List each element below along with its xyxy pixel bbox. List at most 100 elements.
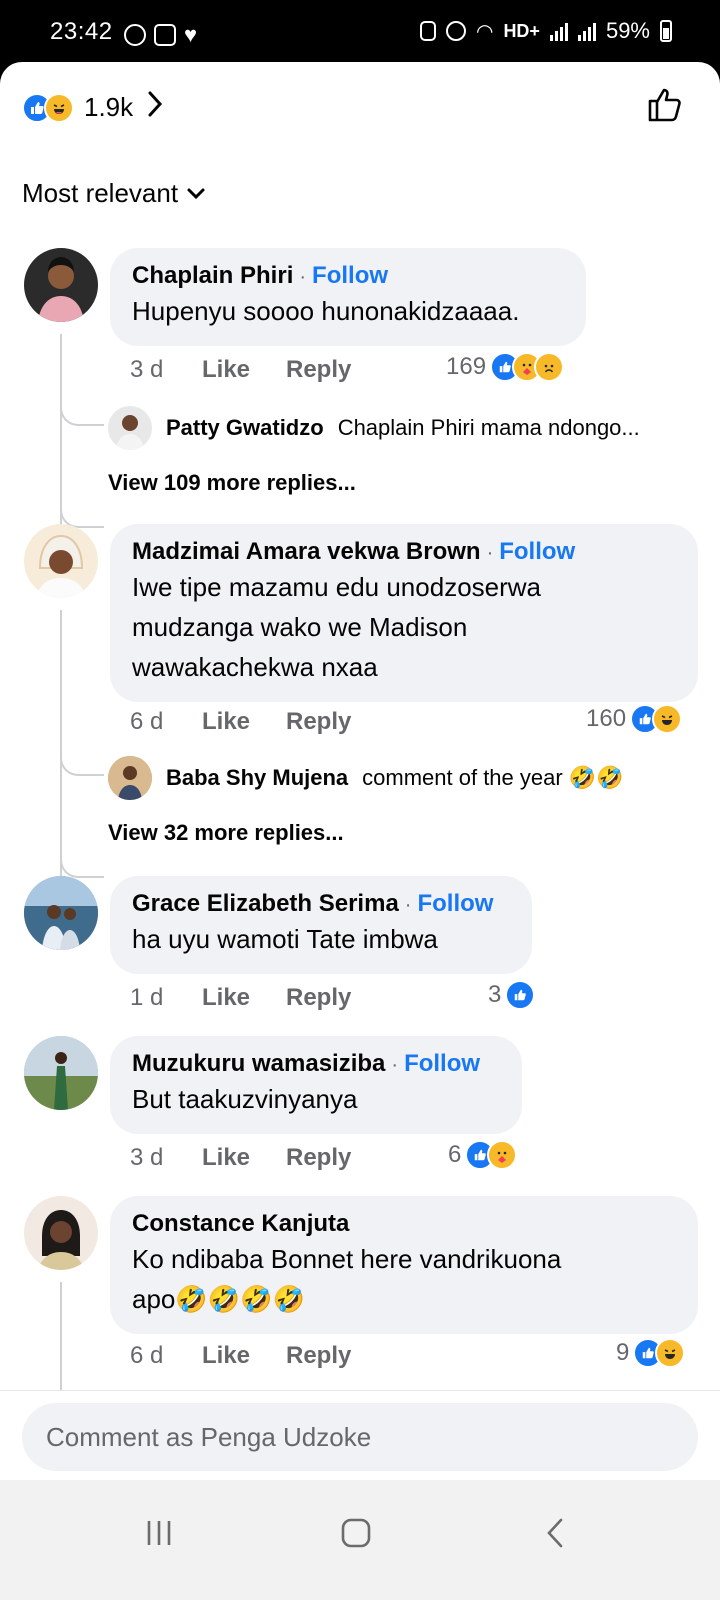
reply-button[interactable]: Reply bbox=[286, 708, 351, 736]
reaction-count: 9 bbox=[616, 1339, 630, 1366]
reply-button[interactable]: Reply bbox=[286, 1144, 351, 1172]
follow-button[interactable]: Follow bbox=[312, 262, 388, 290]
reply-button[interactable]: Reply bbox=[286, 1342, 351, 1370]
wifi-icon: ◠ bbox=[475, 20, 494, 43]
reply-text: comment of the year 🤣🤣 bbox=[362, 765, 624, 790]
comment-composer-bar: Comment as Penga Udzoke bbox=[0, 1390, 720, 1480]
separator-dot: · bbox=[486, 542, 494, 564]
comment-bubble[interactable]: Grace Elizabeth Serima · Follow ha uyu w… bbox=[110, 876, 532, 974]
follow-button[interactable]: Follow bbox=[499, 538, 575, 566]
reply-author[interactable]: Patty Gwatidzo bbox=[166, 415, 324, 441]
comment-bubble[interactable]: Constance Kanjuta Ko ndibaba Bonnet here… bbox=[110, 1196, 698, 1334]
reply-avatar bbox=[108, 756, 152, 800]
comments-sheet: 1.9k Most relevant Chaplain Phiri · Foll… bbox=[0, 62, 720, 1512]
recent-apps-button[interactable] bbox=[144, 1518, 174, 1553]
commenter-name[interactable]: Muzukuru wamasiziba bbox=[132, 1050, 385, 1078]
battery-icon bbox=[660, 20, 672, 42]
separator-dot: · bbox=[391, 1054, 399, 1076]
avatar[interactable] bbox=[24, 524, 98, 598]
back-button[interactable] bbox=[544, 1518, 566, 1553]
commenter-name[interactable]: Constance Kanjuta bbox=[132, 1210, 349, 1238]
reactions-summary-button[interactable]: 1.9k bbox=[22, 90, 163, 125]
haha-reaction-icon bbox=[655, 1338, 686, 1368]
comment-reactions[interactable]: 3 bbox=[488, 980, 536, 1010]
comment-text: But taakuzvinyanya bbox=[132, 1084, 358, 1114]
commenter-name[interactable]: Grace Elizabeth Serima bbox=[132, 890, 399, 918]
like-button[interactable]: Like bbox=[202, 708, 286, 736]
like-button[interactable]: Like bbox=[202, 1342, 286, 1370]
heart-icon: ♥ bbox=[184, 22, 198, 47]
comment-input[interactable]: Comment as Penga Udzoke bbox=[22, 1403, 698, 1471]
avatar[interactable] bbox=[24, 876, 98, 950]
comment-reactions[interactable]: 9 bbox=[616, 1338, 686, 1368]
avatar[interactable] bbox=[24, 1196, 98, 1270]
back-icon bbox=[547, 1518, 563, 1548]
comment-text-line: wawakachekwa nxaa bbox=[132, 652, 378, 682]
status-time: 23:42 bbox=[50, 18, 113, 45]
alarm-icon bbox=[445, 21, 466, 41]
reaction-count: 3 bbox=[488, 981, 502, 1008]
like-button[interactable]: Like bbox=[202, 984, 286, 1012]
comment-time: 3 d bbox=[130, 1144, 164, 1171]
comment-text-line: apo🤣🤣🤣🤣 bbox=[132, 1284, 305, 1314]
like-reaction-icon bbox=[505, 980, 536, 1010]
comment-time: 1 d bbox=[130, 984, 164, 1011]
clipboard-icon bbox=[419, 21, 436, 41]
recents-icon bbox=[147, 1521, 171, 1545]
network-type: HD+ bbox=[503, 20, 540, 41]
home-button[interactable] bbox=[340, 1518, 372, 1553]
thumbs-up-outline-icon bbox=[648, 88, 681, 122]
chevron-right-icon bbox=[147, 90, 163, 125]
commenter-name[interactable]: Madzimai Amara vekwa Brown bbox=[132, 538, 481, 566]
battery-percent: 59% bbox=[605, 18, 650, 43]
reply-text: Chaplain Phiri mama ndongo... bbox=[337, 415, 640, 440]
comment-reactions[interactable]: 160 bbox=[586, 704, 683, 734]
sad-reaction-icon bbox=[534, 352, 565, 382]
avatar[interactable] bbox=[24, 1036, 98, 1110]
chevron-down-icon bbox=[187, 188, 205, 199]
reply-preview[interactable]: Patty Gwatidzo Chaplain Phiri mama ndong… bbox=[108, 406, 640, 450]
signal-2-icon bbox=[577, 21, 596, 41]
reply-author[interactable]: Baba Shy Mujena bbox=[166, 765, 348, 791]
status-bar: 23:42 ♥ ◠ HD+ 59% bbox=[0, 0, 720, 64]
comment-bubble[interactable]: Chaplain Phiri · Follow Hupenyu soooo hu… bbox=[110, 248, 586, 346]
whatsapp-icon bbox=[124, 24, 146, 46]
comment-time: 3 d bbox=[130, 356, 164, 383]
follow-button[interactable]: Follow bbox=[404, 1050, 480, 1078]
comment-bubble[interactable]: Muzukuru wamasiziba · Follow But taakuzv… bbox=[110, 1036, 522, 1134]
reaction-count: 6 bbox=[448, 1141, 462, 1168]
signal-icon bbox=[549, 21, 568, 41]
gallery-icon bbox=[154, 24, 176, 46]
comment-text: ha uyu wamoti Tate imbwa bbox=[132, 924, 438, 954]
sort-dropdown[interactable]: Most relevant bbox=[22, 178, 206, 209]
follow-button[interactable]: Follow bbox=[417, 890, 493, 918]
comment-bubble[interactable]: Madzimai Amara vekwa Brown · Follow Iwe … bbox=[110, 524, 698, 702]
comment-reactions[interactable]: 6 bbox=[448, 1140, 518, 1170]
comment-text-line: mudzanga wako we Madison bbox=[132, 612, 468, 642]
like-post-button[interactable] bbox=[646, 84, 686, 129]
home-icon bbox=[341, 1518, 371, 1548]
sort-label: Most relevant bbox=[22, 178, 179, 208]
reaction-count: 160 bbox=[586, 705, 627, 732]
view-more-replies[interactable]: View 109 more replies... bbox=[108, 470, 356, 496]
haha-reaction-icon bbox=[44, 92, 74, 123]
like-button[interactable]: Like bbox=[202, 1144, 286, 1172]
reaction-count: 169 bbox=[446, 353, 487, 380]
haha-reaction-icon bbox=[652, 704, 683, 734]
reply-button[interactable]: Reply bbox=[286, 984, 351, 1012]
like-button[interactable]: Like bbox=[202, 356, 286, 384]
reply-avatar bbox=[108, 406, 152, 450]
comment-text-line: Iwe tipe mazamu edu unodzoserwa bbox=[132, 572, 542, 602]
reaction-total: 1.9k bbox=[84, 92, 134, 122]
system-nav-bar bbox=[0, 1480, 720, 1600]
avatar[interactable] bbox=[24, 248, 98, 322]
comment-time: 6 d bbox=[130, 708, 164, 735]
comment-reactions[interactable]: 169 bbox=[446, 352, 565, 382]
reply-button[interactable]: Reply bbox=[286, 356, 351, 384]
reply-preview[interactable]: Baba Shy Mujena comment of the year 🤣🤣 bbox=[108, 756, 624, 800]
comment-text-line: Ko ndibaba Bonnet here vandrikuona bbox=[132, 1244, 562, 1274]
commenter-name[interactable]: Chaplain Phiri bbox=[132, 262, 293, 290]
comment-text: Hupenyu soooo hunonakidzaaaa. bbox=[132, 296, 520, 326]
care-reaction-icon bbox=[487, 1140, 518, 1170]
view-more-replies[interactable]: View 32 more replies... bbox=[108, 820, 344, 846]
